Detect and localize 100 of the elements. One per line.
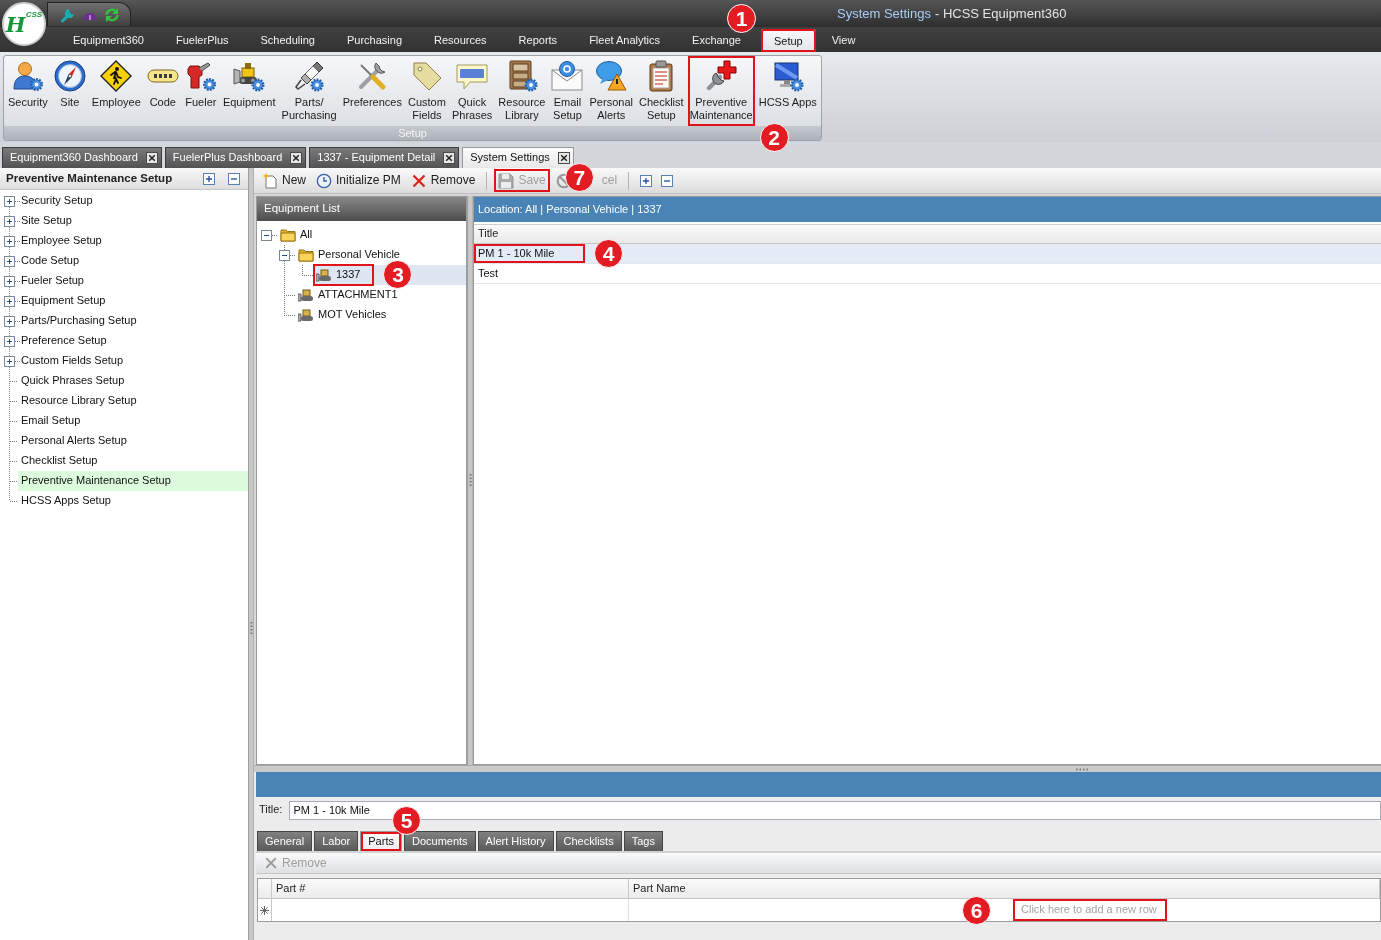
tree-item[interactable]: Preference Setup xyxy=(0,331,248,351)
tools-icon xyxy=(356,60,389,92)
grip-icon[interactable] xyxy=(249,622,253,635)
tree-item[interactable]: HCSS Apps Setup xyxy=(0,491,248,511)
grip-icon[interactable] xyxy=(1076,767,1090,771)
panel-title: Preventive Maintenance Setup xyxy=(6,171,174,186)
cross-icon xyxy=(410,172,427,189)
ribbon-button[interactable]: Personal Alerts xyxy=(587,56,635,126)
ribbon-button[interactable]: HCSS Apps xyxy=(756,56,819,126)
expand-icon[interactable] xyxy=(4,355,15,367)
ribbon-button[interactable]: Code xyxy=(144,56,181,126)
table-cell[interactable]: Test xyxy=(474,264,1381,283)
close-icon[interactable] xyxy=(145,152,158,164)
menu-tab[interactable]: Setup xyxy=(761,29,816,52)
menu-tab[interactable]: Purchasing xyxy=(346,33,402,46)
collapse-all-icon[interactable] xyxy=(661,174,674,187)
tree-item[interactable]: Site Setup xyxy=(0,211,248,231)
tree-item[interactable]: Checklist Setup xyxy=(0,451,248,471)
field-label: Title: xyxy=(259,803,283,817)
tab[interactable]: Checklists xyxy=(555,831,622,851)
wrench-icon[interactable] xyxy=(60,6,76,23)
expand-icon[interactable] xyxy=(4,195,15,207)
location-path: Location: All | Personal Vehicle | 1337 xyxy=(474,197,1381,222)
document-tab[interactable]: Equipment360 Dashboard xyxy=(2,147,162,168)
tab[interactable]: Labor xyxy=(314,831,359,851)
ribbon-button[interactable]: Employee xyxy=(89,56,143,126)
tree-item[interactable]: Parts/Purchasing Setup xyxy=(0,311,248,331)
tab[interactable]: Parts xyxy=(360,831,402,851)
tree-item[interactable]: Personal Alerts Setup xyxy=(0,431,248,451)
expand-icon[interactable] xyxy=(4,275,15,287)
warning-sign-icon xyxy=(100,60,133,92)
close-icon[interactable] xyxy=(290,152,303,164)
menu-tab[interactable]: Scheduling xyxy=(260,33,315,46)
cross-icon xyxy=(264,856,278,870)
column-header[interactable]: Title xyxy=(474,225,1381,243)
tree-item[interactable]: Resource Library Setup xyxy=(0,391,248,411)
close-icon[interactable] xyxy=(443,152,456,164)
ribbon-button[interactable]: Preferences xyxy=(340,56,404,126)
tree-item[interactable]: Code Setup xyxy=(0,251,248,271)
ribbon-button[interactable]: Fueler xyxy=(182,56,219,126)
close-icon[interactable] xyxy=(557,152,570,164)
ribbon-button[interactable]: Equipment xyxy=(220,56,278,126)
tab[interactable]: General xyxy=(257,831,313,851)
alert-bubble-icon xyxy=(595,60,628,92)
ribbon-button[interactable]: Parts/ Purchasing xyxy=(279,56,339,126)
toolbar-button[interactable]: New xyxy=(258,169,310,192)
expand-icon[interactable] xyxy=(4,315,15,327)
menu-tab[interactable]: FuelerPlus xyxy=(175,33,229,46)
toolbar-button[interactable]: Initialize PM xyxy=(312,169,405,192)
menu-tab[interactable]: Exchange xyxy=(692,33,741,46)
menu-tab[interactable]: Fleet Analytics xyxy=(589,33,661,46)
tab[interactable]: Documents xyxy=(403,831,476,851)
ribbon-button[interactable]: Site xyxy=(51,56,88,126)
column-header[interactable]: Part Name xyxy=(629,879,1380,898)
expand-all-icon[interactable] xyxy=(203,172,215,185)
collapse-icon[interactable] xyxy=(261,229,272,241)
toolbar-button[interactable]: Remove xyxy=(406,169,480,192)
menu-tab[interactable]: Resources xyxy=(434,33,487,46)
tree-item[interactable]: Equipment Setup xyxy=(0,291,248,311)
document-tab[interactable]: FuelerPlus Dashboard xyxy=(164,147,307,168)
menu-tab[interactable]: View xyxy=(831,33,856,46)
tree-item[interactable]: Custom Fields Setup xyxy=(0,351,248,371)
tree-item[interactable]: Email Setup xyxy=(0,411,248,431)
ribbon-button[interactable]: Custom Fields xyxy=(406,56,448,126)
panel-header: Equipment List xyxy=(257,197,466,221)
monitor-icon xyxy=(771,60,804,92)
collapse-icon[interactable] xyxy=(279,249,290,261)
tree-item[interactable]: Fueler Setup xyxy=(0,271,248,291)
document-tab[interactable]: System Settings xyxy=(462,147,574,168)
tree-item[interactable]: Quick Phrases Setup xyxy=(0,371,248,391)
tree-item[interactable]: Security Setup xyxy=(0,191,248,211)
expand-icon[interactable] xyxy=(4,215,15,227)
refresh-icon[interactable] xyxy=(104,6,120,23)
document-tab[interactable]: 1337 - Equipment Detail xyxy=(309,147,460,168)
expand-icon[interactable] xyxy=(4,255,15,267)
column-header[interactable]: Part # xyxy=(272,879,629,898)
fuel-nozzle-icon xyxy=(184,60,217,92)
clock-icon xyxy=(316,172,332,189)
ribbon-button[interactable]: Preventive Maintenance xyxy=(687,56,755,126)
ribbon-button[interactable]: Security xyxy=(6,56,50,126)
ribbon-button[interactable]: Email Setup xyxy=(549,56,586,126)
ribbon-button[interactable]: Resource Library xyxy=(496,56,548,126)
tab[interactable]: Tags xyxy=(623,831,663,851)
menu-tab[interactable]: Reports xyxy=(518,33,558,46)
expand-all-icon[interactable] xyxy=(640,174,653,187)
menu-tab[interactable]: Equipment360 xyxy=(73,33,144,46)
tree-item[interactable]: All xyxy=(261,225,466,245)
expand-icon[interactable] xyxy=(4,235,15,247)
collapse-all-icon[interactable] xyxy=(228,172,240,185)
ribbon-button[interactable]: Quick Phrases xyxy=(449,56,495,126)
expand-icon[interactable] xyxy=(4,295,15,307)
ribbon-button[interactable]: Checklist Setup xyxy=(637,56,686,126)
tree-item[interactable]: MOT Vehicles xyxy=(261,305,466,325)
expand-icon[interactable] xyxy=(4,335,15,347)
tree-item[interactable]: Employee Setup xyxy=(0,231,248,251)
tab[interactable]: Alert History xyxy=(477,831,554,851)
bulldozer-icon xyxy=(233,60,266,92)
bulldozer-icon xyxy=(298,307,314,323)
grip-icon[interactable] xyxy=(468,474,472,487)
envelope-icon xyxy=(551,60,584,92)
